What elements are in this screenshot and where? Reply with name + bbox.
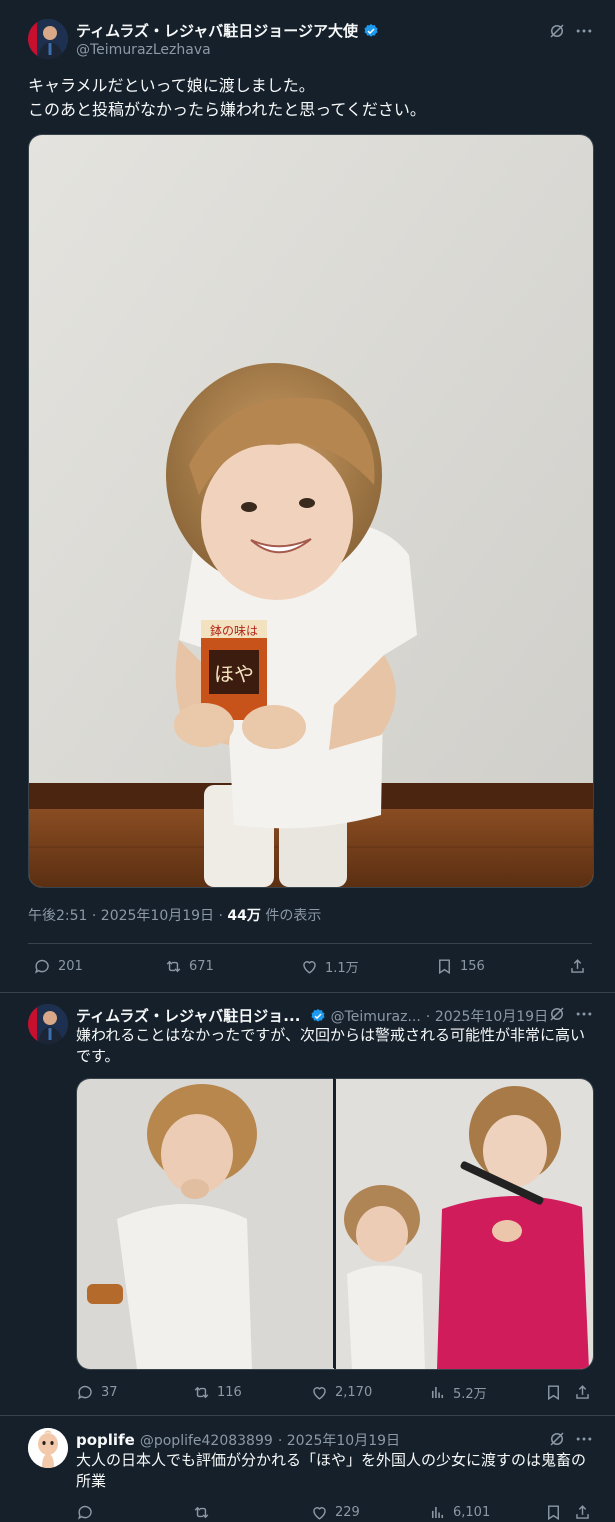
bookmark-button[interactable] <box>544 1383 563 1402</box>
box-label-top: 鉢の味は <box>210 624 258 638</box>
tweet-text-line: このあと投稿がなかったら嫌われたと思ってください。 <box>28 100 426 119</box>
verified-badge-icon <box>364 24 378 37</box>
retweet-button[interactable] <box>192 1503 217 1522</box>
view-label: 件の表示 <box>260 908 322 924</box>
analytics-icon <box>431 1386 444 1399</box>
author-name[interactable]: ティムラズ・レジャバ駐日ジョージア大使 <box>76 22 358 40</box>
tweet-photo[interactable]: 鉢の味は ほや <box>28 134 594 888</box>
tweet-date[interactable]: · 2025年10月19日 <box>278 1433 400 1449</box>
box-label-brand: ほや <box>214 662 254 686</box>
share-button[interactable] <box>573 1503 592 1522</box>
divider <box>0 1415 615 1416</box>
tweet-meta: 午後2:51 · 2025年10月19日 · 44万 件の表示 <box>28 905 321 925</box>
tweet-text: 大人の日本人でも評価が分かれる「ほや」を外国人の少女に渡すのは鬼畜の所業 <box>76 1451 587 1490</box>
grok-icon[interactable] <box>546 20 568 42</box>
like-button[interactable]: 1.1万 <box>300 957 359 976</box>
share-icon <box>576 1505 589 1519</box>
heart-icon <box>313 1387 326 1400</box>
grok-icon[interactable] <box>546 1003 568 1025</box>
tweet-text: 嫌われることはなかったですが、次回からは警戒される可能性が非常に高いです。 <box>76 1026 585 1065</box>
author-name[interactable]: ティムラズ・レジャバ駐日ジョ... <box>76 1007 300 1025</box>
tweet-text-line: キャラメルだといって娘に渡しました。 <box>28 76 315 95</box>
retweet-count: 671 <box>189 959 214 974</box>
heart-icon <box>313 1507 326 1520</box>
like-count: 229 <box>335 1505 360 1520</box>
bookmark-button[interactable] <box>544 1503 563 1522</box>
author-row: poplife @poplife42083899 · 2025年10月19日 <box>76 1430 400 1450</box>
bookmark-icon <box>548 1505 559 1521</box>
author-row: ティムラズ・レジャバ駐日ジョ... @Teimuraz... · 2025年10… <box>76 1005 548 1026</box>
share-button[interactable] <box>573 1383 592 1402</box>
like-button[interactable]: 229 <box>310 1503 360 1522</box>
avatar[interactable] <box>28 19 68 59</box>
author-row: ティムラズ・レジャバ駐日ジョージア大使 <box>76 20 379 41</box>
reply-button[interactable]: 37 <box>76 1383 118 1402</box>
tweet-photo-grid[interactable] <box>76 1078 594 1370</box>
retweet-count: 116 <box>217 1385 242 1400</box>
view-count: 6,101 <box>453 1505 491 1520</box>
avatar[interactable] <box>28 1428 68 1468</box>
author-handle[interactable]: @poplife42083899 <box>140 1433 273 1449</box>
bookmark-icon <box>439 959 450 975</box>
photo-separator <box>333 1078 335 1368</box>
reply-icon <box>78 1505 92 1520</box>
reply-icon <box>35 959 49 974</box>
retweet-icon <box>194 1386 209 1399</box>
divider <box>0 992 615 993</box>
retweet-button[interactable]: 116 <box>192 1383 242 1402</box>
like-button[interactable]: 2,170 <box>310 1383 372 1402</box>
analytics-icon <box>431 1506 444 1519</box>
grok-icon[interactable] <box>546 1428 568 1450</box>
reply-count: 201 <box>58 959 83 974</box>
author-handle[interactable]: @TeimurazLezhava <box>76 42 211 58</box>
view-count: 44万 <box>227 908 261 924</box>
more-options-icon[interactable] <box>573 1428 595 1450</box>
verified-badge-icon <box>310 1009 325 1022</box>
like-count: 1.1万 <box>325 961 359 976</box>
reply-button[interactable]: 201 <box>33 957 83 976</box>
avatar[interactable] <box>28 1004 68 1044</box>
like-count: 2,170 <box>335 1385 373 1400</box>
bookmark-count: 156 <box>460 959 485 974</box>
bookmark-button[interactable]: 156 <box>435 957 485 976</box>
share-button[interactable] <box>568 957 587 976</box>
reply-count: 37 <box>101 1385 118 1400</box>
share-icon <box>571 959 584 973</box>
author-handle[interactable]: @Teimuraz... <box>331 1009 421 1025</box>
heart-icon <box>303 961 316 974</box>
more-options-icon[interactable] <box>573 20 595 42</box>
views-button[interactable]: 5.2万 <box>428 1383 487 1402</box>
divider <box>28 943 592 944</box>
retweet-button[interactable]: 671 <box>164 957 214 976</box>
reply-icon <box>78 1385 92 1400</box>
view-count: 5.2万 <box>453 1387 487 1402</box>
tweet-text: キャラメルだといって娘に渡しました。 このあと投稿がなかったら嫌われたと思ってく… <box>28 74 588 122</box>
tweet-timestamp[interactable]: 午後2:51 · 2025年10月19日 · <box>28 908 227 924</box>
share-icon <box>576 1385 589 1399</box>
bookmark-icon <box>548 1385 559 1401</box>
retweet-icon <box>166 960 181 973</box>
views-button[interactable]: 6,101 <box>428 1503 490 1522</box>
more-options-icon[interactable] <box>573 1003 595 1025</box>
retweet-icon <box>194 1506 209 1519</box>
reply-button[interactable] <box>76 1503 101 1522</box>
tweet-date[interactable]: · 2025年10月19日 <box>426 1009 548 1025</box>
author-name[interactable]: poplife <box>76 1431 135 1449</box>
